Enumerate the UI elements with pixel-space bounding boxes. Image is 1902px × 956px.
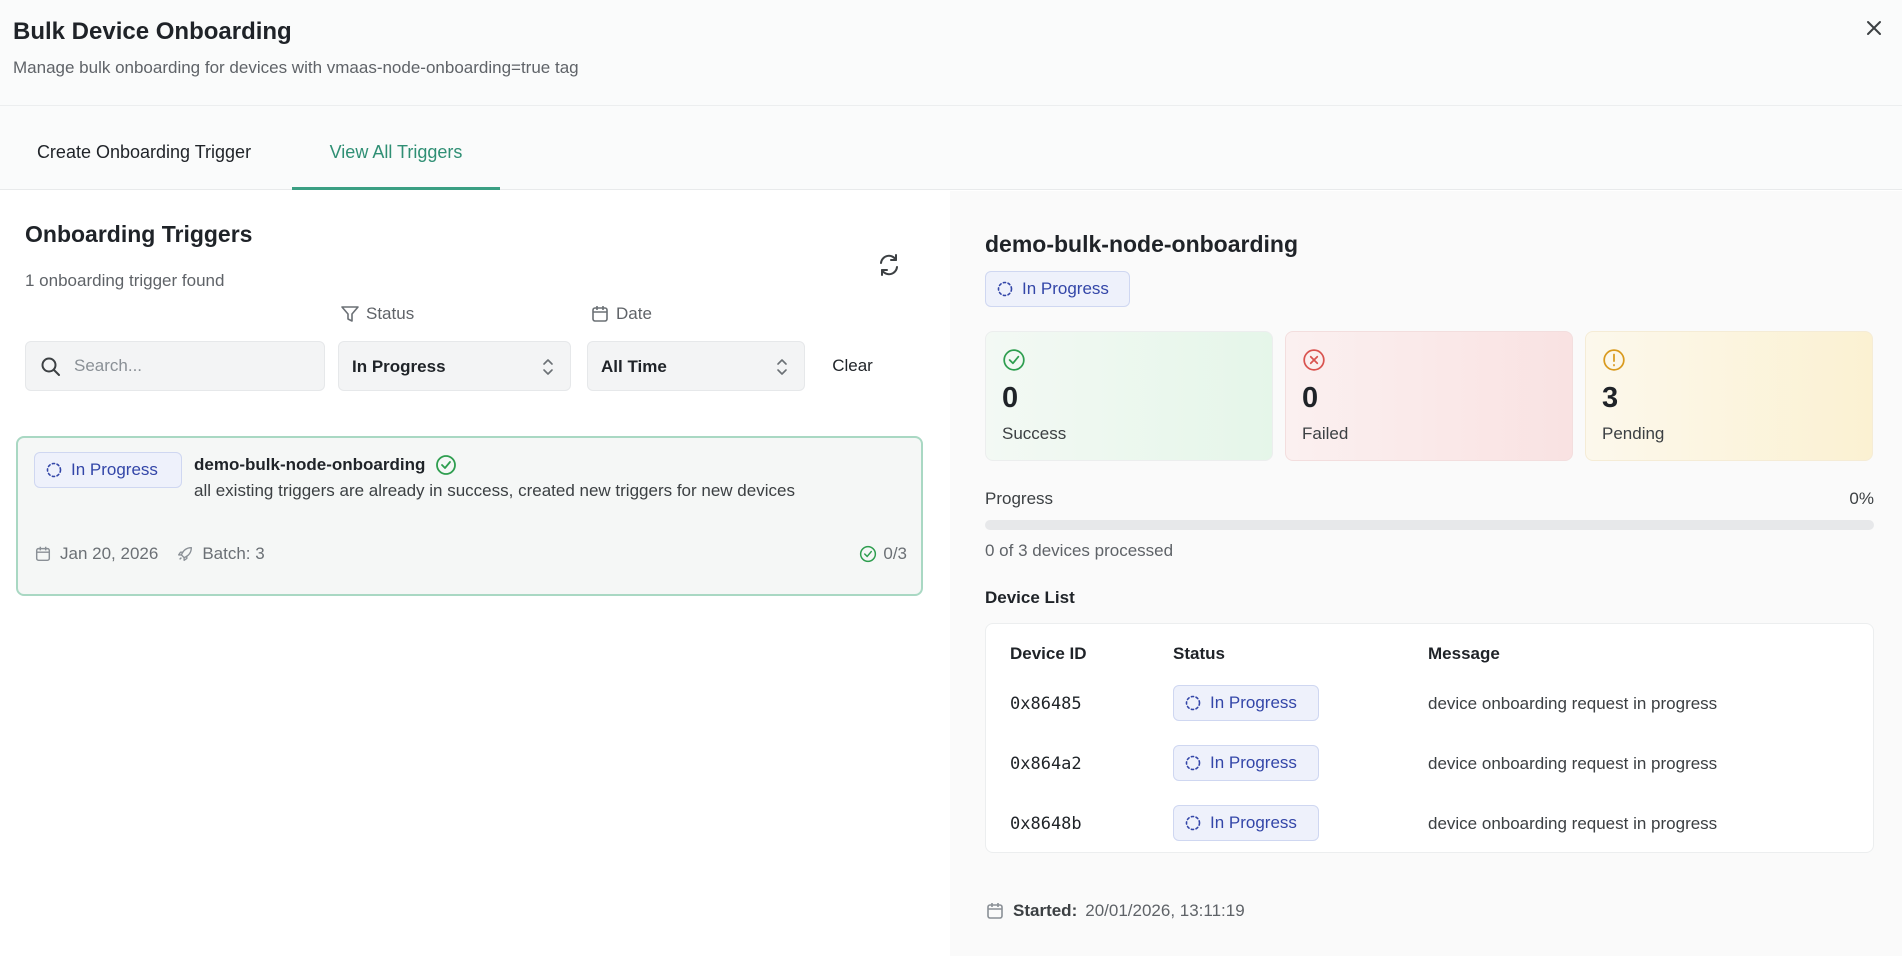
pending-label: Pending (1602, 424, 1665, 443)
trigger-progress: 0/3 (859, 544, 907, 564)
trigger-name: demo-bulk-node-onboarding (194, 454, 457, 476)
device-id: 0x8648b (1010, 814, 1082, 834)
pending-stat-card: 3 Pending (1585, 331, 1873, 461)
failed-stat-card: 0 Failed (1285, 331, 1573, 461)
close-icon (1867, 21, 1881, 35)
device-message: device onboarding request in progress (1428, 754, 1718, 773)
spinner-icon (1185, 755, 1201, 771)
trigger-meta: Jan 20, 2026 Batch: 3 (34, 544, 265, 564)
status-select-value: In Progress (352, 357, 446, 376)
date-select-value: All Time (601, 357, 667, 376)
trigger-detail-pane: demo-bulk-node-onboarding In Progress 0 … (950, 191, 1902, 956)
rocket-icon (178, 547, 193, 561)
x-circle-icon (1303, 349, 1325, 371)
detail-title: demo-bulk-node-onboarding (985, 231, 1299, 257)
detail-status-label: In Progress (1022, 279, 1109, 298)
progress-percent: 0% (1849, 489, 1874, 508)
filter-icon (341, 306, 359, 322)
spinner-icon (997, 281, 1013, 297)
alert-circle-icon (1603, 349, 1625, 371)
search-icon (41, 357, 60, 376)
chevron-updown-icon (543, 359, 553, 375)
spinner-icon (46, 462, 62, 478)
device-status-badge: In Progress (1173, 745, 1319, 781)
tab-create-onboarding-trigger[interactable]: Create Onboarding Trigger (14, 106, 274, 190)
status-filter-label-text: Status (366, 304, 415, 323)
check-circle-icon (860, 545, 877, 563)
close-button[interactable] (1860, 14, 1888, 42)
detail-status-badge: In Progress (985, 271, 1130, 307)
refresh-button[interactable] (875, 251, 903, 279)
refresh-icon (880, 254, 898, 276)
success-stat-card: 0 Success (985, 331, 1273, 461)
table-row: 0x864a2 In Progress device onboarding re… (986, 734, 1873, 794)
dialog-title: Bulk Device Onboarding (13, 18, 292, 45)
status-badge: In Progress (34, 452, 182, 488)
started-info: Started: 20/01/2026, 13:11:19 (985, 901, 1245, 921)
status-badge-label: In Progress (71, 460, 158, 479)
column-header-device-id: Device ID (1010, 644, 1087, 663)
started-value: 20/01/2026, 13:11:19 (1085, 901, 1245, 920)
device-id: 0x864a2 (1010, 754, 1082, 774)
trigger-date: Jan 20, 2026 (60, 544, 159, 563)
dialog-subtitle: Manage bulk onboarding for devices with … (13, 58, 579, 77)
device-message: device onboarding request in progress (1428, 814, 1718, 833)
device-list-title: Device List (985, 588, 1075, 607)
device-status-badge: In Progress (1173, 805, 1319, 841)
check-circle-icon (1003, 349, 1025, 371)
status-filter-label: Status (340, 304, 414, 324)
trigger-description: all existing triggers are already in suc… (194, 481, 795, 500)
search-field (25, 341, 325, 391)
triggers-count: 1 onboarding trigger found (25, 271, 225, 290)
calendar-icon (35, 546, 51, 562)
column-header-status: Status (1173, 644, 1225, 663)
spinner-icon (1185, 815, 1201, 831)
device-id: 0x86485 (1010, 694, 1082, 714)
triggers-list-pane: Onboarding Triggers 1 onboarding trigger… (0, 191, 950, 956)
trigger-batch: Batch: 3 (202, 544, 265, 563)
table-row: 0x86485 In Progress device onboarding re… (986, 674, 1873, 734)
trigger-card[interactable]: In Progress demo-bulk-node-onboarding al… (16, 436, 923, 596)
progress-bar (985, 520, 1874, 530)
date-filter-label: Date (590, 304, 652, 324)
success-count: 0 (1002, 382, 1019, 414)
chevron-updown-icon (777, 359, 787, 375)
trigger-progress-text: 0/3 (883, 544, 907, 563)
progress-label: Progress (985, 489, 1054, 508)
failed-count: 0 (1302, 382, 1319, 414)
trigger-name-text: demo-bulk-node-onboarding (194, 455, 426, 474)
spinner-icon (1185, 695, 1201, 711)
device-status-label: In Progress (1210, 753, 1297, 772)
device-message: device onboarding request in progress (1428, 694, 1718, 713)
clear-filters-button[interactable]: Clear (815, 341, 890, 391)
failed-label: Failed (1302, 424, 1349, 443)
device-status-badge: In Progress (1173, 685, 1319, 721)
tab-view-all-triggers[interactable]: View All Triggers (292, 106, 500, 190)
check-circle-icon (436, 455, 457, 475)
success-label: Success (1002, 424, 1067, 443)
progress-text: 0 of 3 devices processed (985, 541, 1174, 560)
dialog-header: Bulk Device Onboarding Manage bulk onboa… (0, 0, 1902, 106)
device-status-label: In Progress (1210, 693, 1297, 712)
date-select[interactable]: All Time (587, 341, 805, 391)
started-label: Started: (1013, 901, 1078, 920)
tab-bar: Create Onboarding Trigger View All Trigg… (0, 106, 1902, 190)
calendar-icon (592, 306, 608, 322)
triggers-title: Onboarding Triggers (25, 221, 253, 247)
device-table: Device ID Status Message 0x86485 In Prog… (985, 623, 1874, 853)
pending-count: 3 (1602, 382, 1619, 414)
date-filter-label-text: Date (616, 304, 652, 323)
table-row: 0x8648b In Progress device onboarding re… (986, 794, 1873, 854)
device-status-label: In Progress (1210, 813, 1297, 832)
status-select[interactable]: In Progress (338, 341, 571, 391)
column-header-message: Message (1428, 644, 1500, 663)
search-input[interactable] (74, 352, 314, 380)
calendar-icon (987, 903, 1003, 919)
